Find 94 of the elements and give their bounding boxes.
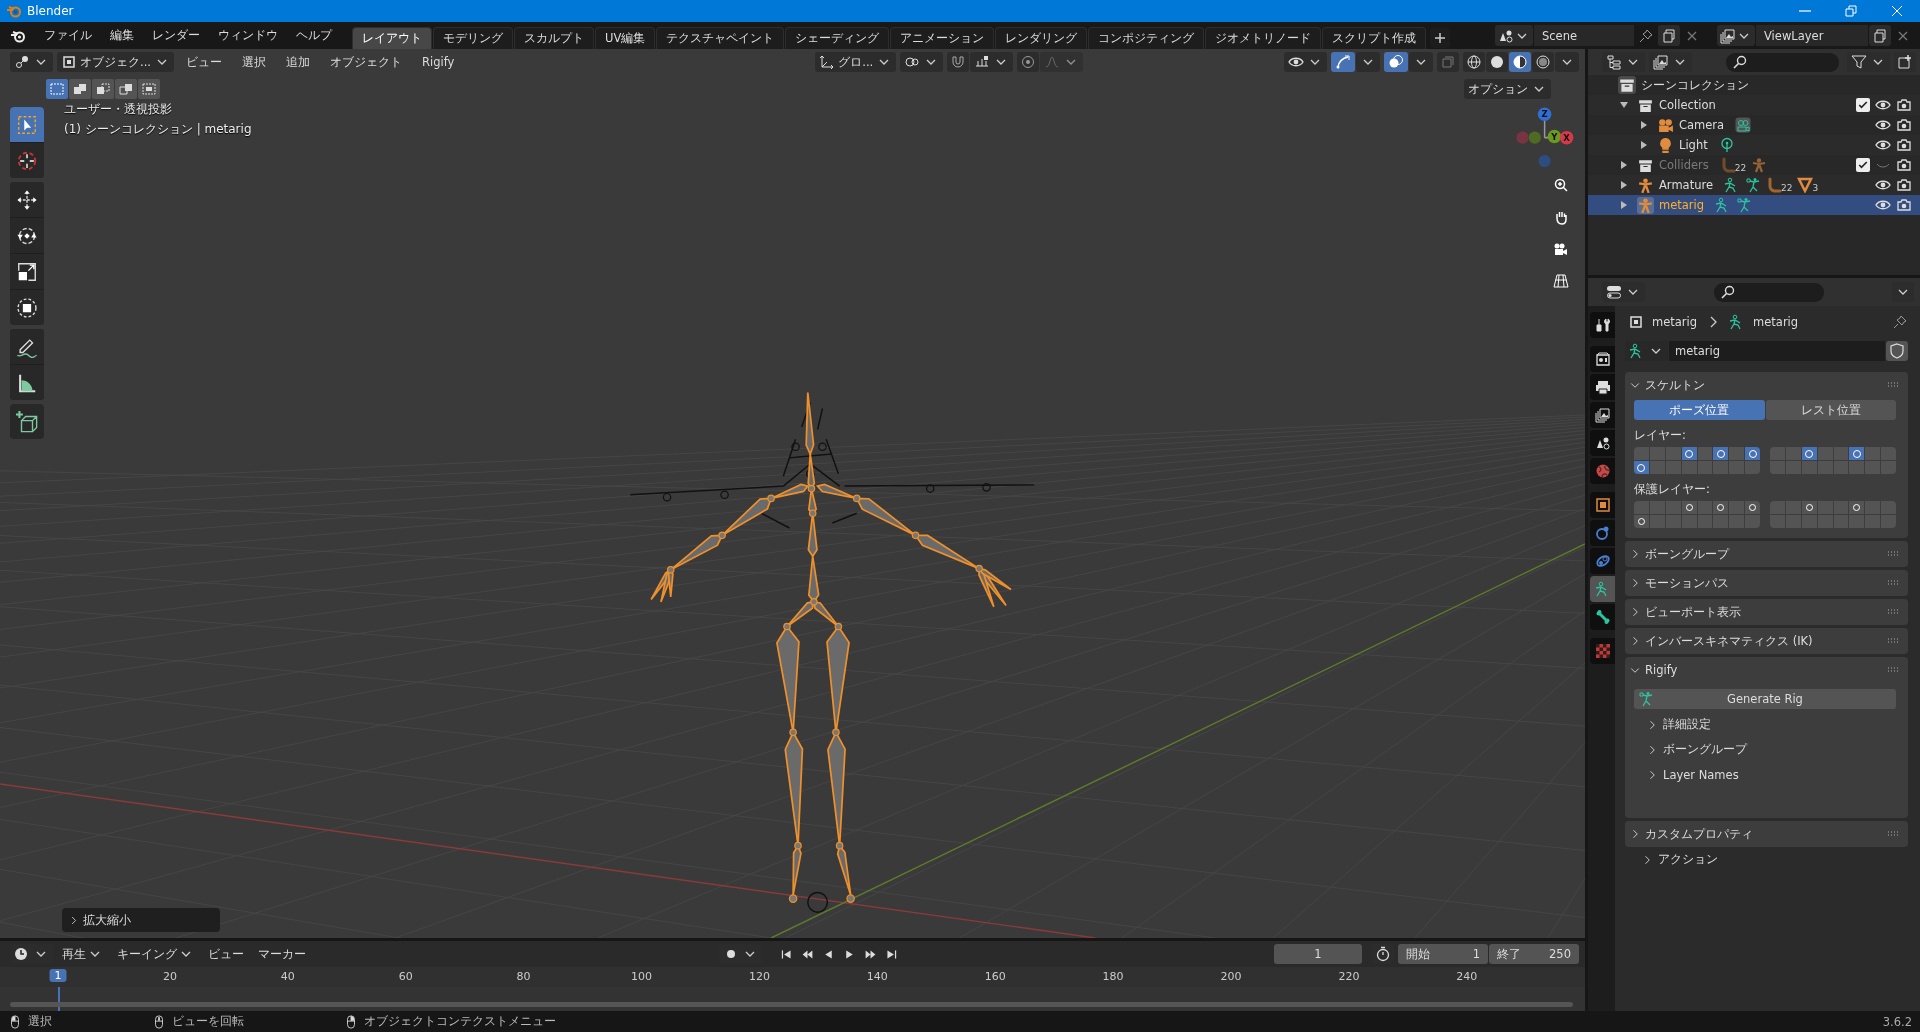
panel-header[interactable]: スケルトン — [1625, 372, 1886, 398]
shortcut-hint: ビューを回転 — [172, 1014, 244, 1029]
menu-item[interactable]: ファイル — [36, 25, 100, 46]
menu-item[interactable]: Rigify — [413, 52, 463, 72]
workspace-tab[interactable]: シェーディング — [785, 27, 890, 49]
field-value: 250 — [1549, 947, 1571, 961]
position-toggle[interactable]: ポーズ位置 — [1634, 400, 1765, 420]
panel-header[interactable]: インバースキネマティクス (IK) — [1625, 628, 1886, 654]
end-frame-field[interactable]: 終了 250 — [1489, 944, 1579, 964]
outliner-row[interactable]: metarig — [1588, 195, 1920, 215]
workspace-tab[interactable]: スクリプト作成 — [1322, 27, 1427, 49]
panel-header[interactable]: ボーングループ — [1625, 541, 1886, 567]
shortcut-hint: オブジェクトコンテクストメニュー — [364, 1014, 556, 1029]
frame-number: 200 — [1220, 970, 1242, 983]
item-name: Camera — [1679, 118, 1725, 132]
frame-number: 20 — [162, 970, 177, 983]
panel-header[interactable]: ビューポート表示 — [1625, 599, 1886, 625]
panel-header[interactable]: Rigify — [1625, 657, 1886, 683]
position-toggle[interactable]: レスト位置 — [1765, 400, 1896, 420]
version-label: 3.6.2 — [1882, 1014, 1912, 1029]
menu-item[interactable]: マーカー — [253, 943, 311, 965]
breadcrumb-item: metarig — [1652, 315, 1698, 329]
item-name: metarig — [1659, 198, 1705, 212]
armature-name-field[interactable]: metarig — [1669, 341, 1885, 361]
item-name: Colliders — [1659, 158, 1709, 172]
menu-item[interactable]: ビュー — [203, 943, 249, 965]
3d-viewport[interactable]: Z Y X オブジェク... ビュー 選択 追加 オブジェクト Rigify グロ... オプション ユーザー・透視投影 (1) シーンコレクション | metarig 拡大縮小 — [0, 49, 1585, 938]
panel-header[interactable]: モーションパス — [1625, 570, 1886, 596]
menu-item[interactable]: オブジェクト — [321, 51, 410, 73]
frame-number: 80 — [516, 970, 531, 983]
axis-label: Z — [1541, 109, 1548, 120]
menu-item[interactable]: ウィンドウ — [210, 25, 286, 46]
count-label: 3 — [1812, 183, 1819, 193]
item-name: Light — [1679, 138, 1708, 152]
menu-item[interactable]: 追加 — [277, 51, 318, 73]
context-label: (1) シーンコレクション | metarig — [64, 121, 252, 138]
playhead[interactable]: 1 — [49, 969, 67, 982]
item-name: Armature — [1659, 178, 1713, 192]
start-frame-field[interactable]: 開始 1 — [1398, 944, 1488, 964]
count-label: 22 — [1781, 183, 1793, 193]
field-label: 開始 — [1406, 946, 1430, 962]
mode-dropdown[interactable]: オブジェク... — [57, 52, 174, 72]
count-label: 22 — [1734, 163, 1747, 173]
menu-item[interactable]: 選択 — [233, 51, 274, 73]
frame-number: 100 — [631, 970, 652, 983]
workspace-tab[interactable]: アニメーション — [890, 27, 995, 49]
generate-rig-button[interactable]: Generate Rig — [1634, 689, 1896, 709]
menu-item[interactable]: キーイング — [112, 943, 199, 965]
item-name: Collection — [1659, 98, 1716, 112]
current-frame-field[interactable]: 1 — [1274, 944, 1362, 964]
workspace-tab[interactable]: テクスチャペイント — [656, 27, 785, 49]
axis-label: Y — [1551, 131, 1558, 142]
field-label: 保護レイヤー: — [1634, 482, 1711, 497]
breadcrumb-item: metarig — [1753, 315, 1799, 329]
orientation-dropdown[interactable]: グロ... — [815, 52, 897, 72]
frame-number: 140 — [866, 970, 888, 983]
workspace-tab[interactable]: レンダリング — [995, 27, 1088, 49]
frame-number: 220 — [1338, 970, 1360, 983]
field-label: レイヤー: — [1634, 428, 1687, 443]
field-value: 1 — [1472, 947, 1480, 961]
menu-item[interactable]: ヘルプ — [288, 25, 340, 46]
shortcut-hint: 選択 — [28, 1014, 52, 1029]
tree-item[interactable]: シーンコレクション — [1641, 77, 1749, 93]
field-label: 終了 — [1497, 946, 1521, 962]
workspace-tab[interactable]: ジオメトリノード — [1205, 27, 1322, 49]
menu-item[interactable]: 再生 — [57, 943, 108, 965]
options-dropdown[interactable]: オプション — [1464, 79, 1551, 99]
workspace-tab[interactable]: モデリング — [433, 27, 513, 49]
frame-number: 240 — [1456, 970, 1478, 983]
window-title: Blender — [27, 4, 74, 18]
menu-item[interactable]: レンダー — [144, 25, 208, 46]
menu-item[interactable]: 編集 — [102, 25, 142, 46]
frame-number: 40 — [280, 970, 295, 983]
navigation-gizmo[interactable]: Z Y X — [1516, 107, 1574, 168]
subpanel-header[interactable]: アクション — [1625, 850, 1908, 869]
workspace-tab[interactable]: UV編集 — [595, 27, 656, 49]
scene-field[interactable]: Scene — [1534, 25, 1634, 46]
last-operator-panel[interactable]: 拡大縮小 — [62, 908, 220, 932]
panel-header[interactable]: カスタムプロパティ — [1625, 821, 1886, 847]
subpanel-header[interactable]: ボーングループ — [1634, 740, 1896, 759]
frame-number: 180 — [1102, 970, 1124, 983]
view-name: ユーザー・透視投影 — [64, 101, 173, 118]
subpanel-header[interactable]: 詳細設定 — [1634, 715, 1896, 734]
view-layer-field[interactable]: ViewLayer — [1756, 25, 1868, 46]
frame-number: 60 — [398, 970, 413, 983]
frame-number: 120 — [748, 970, 770, 983]
workspace-tab[interactable]: スカルプト — [514, 27, 594, 49]
workspace-tab[interactable]: コンポジティング — [1088, 27, 1205, 49]
workspace-tab[interactable]: レイアウト — [352, 27, 432, 49]
frame-number: 160 — [984, 970, 1006, 983]
menu-item[interactable]: ビュー — [177, 51, 230, 73]
subpanel-header[interactable]: Layer Names — [1634, 765, 1896, 784]
axis-label: X — [1563, 132, 1570, 143]
outliner-row[interactable]: Camera — [1588, 115, 1920, 135]
